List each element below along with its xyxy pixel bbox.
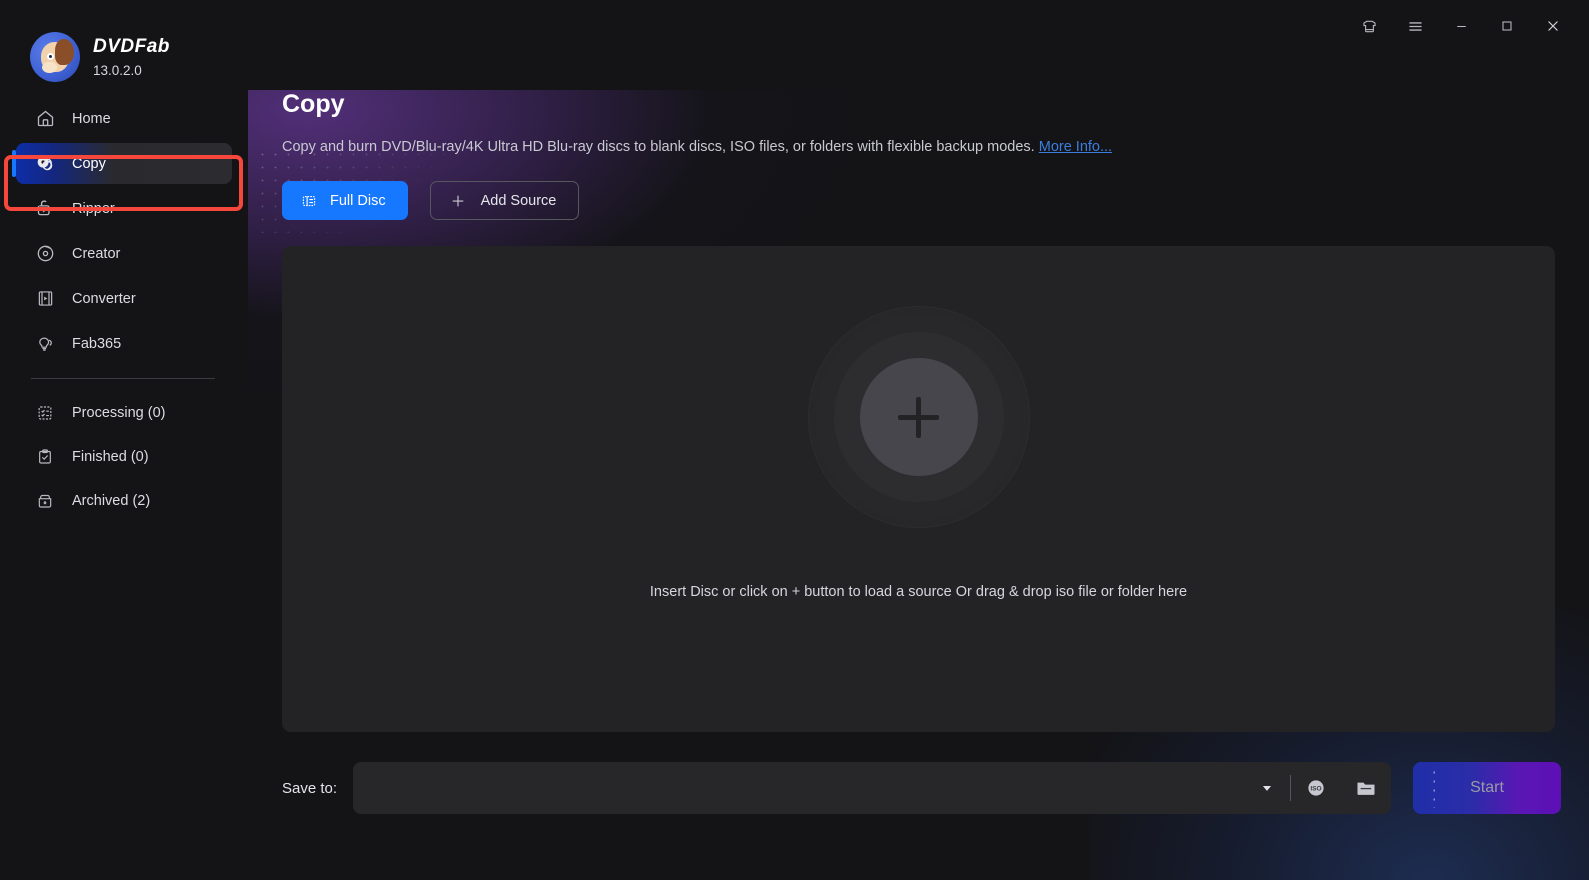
minimize-icon[interactable] bbox=[1439, 6, 1483, 46]
page-description: Copy and burn DVD/Blu-ray/4K Ultra HD Bl… bbox=[282, 139, 1589, 155]
source-dropzone[interactable]: Insert Disc or click on + button to load… bbox=[282, 246, 1555, 732]
full-disc-mode-icon bbox=[300, 192, 318, 210]
monkey-avatar-icon bbox=[30, 32, 80, 82]
sidebar-item-copy[interactable]: Copy bbox=[12, 143, 232, 184]
more-info-link[interactable]: More Info... bbox=[1039, 139, 1112, 155]
mode-button-row: Full Disc Add Source bbox=[282, 181, 1589, 220]
sidebar-item-converter[interactable]: Converter bbox=[16, 278, 232, 319]
save-to-label: Save to: bbox=[282, 779, 338, 797]
sidebar-item-label: Copy bbox=[72, 155, 106, 172]
svg-text:ISO: ISO bbox=[1310, 785, 1321, 792]
sidebar-item-home[interactable]: Home bbox=[16, 98, 232, 139]
bottom-bar: Save to: ISO Start bbox=[248, 760, 1589, 816]
sidebar-divider bbox=[31, 378, 215, 379]
chevron-down-icon[interactable] bbox=[1244, 762, 1290, 814]
converter-film-icon bbox=[34, 288, 56, 310]
start-button[interactable]: Start bbox=[1413, 762, 1561, 814]
menu-hamburger-icon[interactable] bbox=[1393, 6, 1437, 46]
full-disc-button[interactable]: Full Disc bbox=[282, 181, 408, 220]
fab365-icon bbox=[34, 333, 56, 355]
dropzone-hint: Insert Disc or click on + button to load… bbox=[649, 584, 1188, 600]
page-title: Copy bbox=[282, 90, 345, 118]
home-icon bbox=[34, 108, 56, 130]
sidebar-item-label: Ripper bbox=[72, 200, 115, 217]
brand-name: DVDFab bbox=[93, 36, 170, 57]
sidebar-item-label: Creator bbox=[72, 245, 121, 262]
theme-shirt-icon[interactable] bbox=[1347, 6, 1391, 46]
add-source-button[interactable]: Add Source bbox=[429, 181, 580, 220]
maximize-icon[interactable] bbox=[1485, 6, 1529, 46]
archived-box-icon bbox=[34, 490, 56, 512]
sidebar-item-label: Archived (2) bbox=[72, 493, 151, 509]
plus-icon bbox=[449, 192, 467, 210]
sidebar-item-label: Home bbox=[72, 110, 111, 127]
save-to-input[interactable] bbox=[353, 762, 1244, 814]
sidebar-item-label: Fab365 bbox=[72, 335, 122, 352]
content-area: Copy Copy and burn DVD/Blu-ray/4K Ultra … bbox=[248, 90, 1589, 880]
close-icon[interactable] bbox=[1531, 6, 1575, 46]
folder-icon[interactable] bbox=[1341, 762, 1391, 814]
page-description-text: Copy and burn DVD/Blu-ray/4K Ultra HD Bl… bbox=[282, 139, 1035, 155]
title-bar bbox=[248, 0, 1589, 52]
copy-disc-icon bbox=[34, 153, 56, 175]
full-disc-label: Full Disc bbox=[330, 192, 386, 209]
add-source-plus-button[interactable] bbox=[859, 358, 978, 476]
sidebar-item-ripper[interactable]: Ripper bbox=[16, 188, 232, 229]
app-version: 13.0.2.0 bbox=[93, 63, 142, 78]
processing-list-icon bbox=[34, 402, 56, 424]
sidebar-item-label: Converter bbox=[72, 290, 136, 307]
main-area: Copy Copy and burn DVD/Blu-ray/4K Ultra … bbox=[248, 0, 1589, 880]
dvdfab-window: DVDFab 13.0.2.0 Home Copy Ripper Creator… bbox=[0, 0, 1589, 880]
sidebar-item-fab365[interactable]: Fab365 bbox=[16, 323, 232, 364]
finished-clipboard-icon bbox=[34, 446, 56, 468]
app-brand: DVDFab 13.0.2.0 bbox=[0, 0, 248, 86]
creator-disc-icon bbox=[34, 243, 56, 265]
add-source-label: Add Source bbox=[480, 192, 557, 209]
iso-disc-icon[interactable]: ISO bbox=[1291, 762, 1341, 814]
save-to-control: ISO bbox=[353, 762, 1391, 814]
sidebar-item-archived[interactable]: Archived (2) bbox=[16, 481, 232, 521]
sidebar-item-label: Processing (0) bbox=[72, 405, 166, 421]
disc-placeholder-graphic bbox=[807, 306, 1030, 528]
sidebar-item-creator[interactable]: Creator bbox=[16, 233, 232, 274]
sidebar-item-processing[interactable]: Processing (0) bbox=[16, 393, 232, 433]
sidebar: DVDFab 13.0.2.0 Home Copy Ripper Creator… bbox=[0, 0, 248, 880]
sidebar-item-label: Finished (0) bbox=[72, 449, 149, 465]
ripper-folder-icon bbox=[34, 198, 56, 220]
sidebar-nav: Home Copy Ripper Creator Converter Fab36… bbox=[0, 98, 248, 521]
sidebar-item-finished[interactable]: Finished (0) bbox=[16, 437, 232, 477]
